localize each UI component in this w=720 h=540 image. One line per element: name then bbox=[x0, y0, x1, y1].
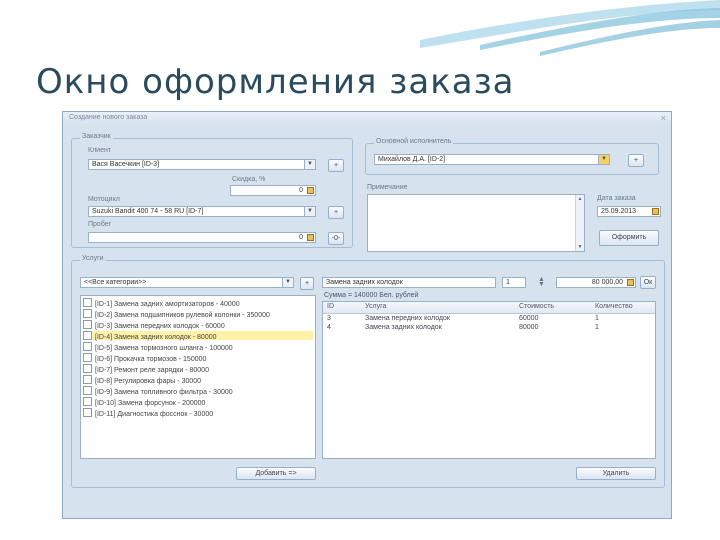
window-title: Создание нового заказа bbox=[69, 114, 148, 121]
list-item[interactable]: [ID-10] Замена форсунок - 200000 bbox=[83, 397, 205, 407]
order-date-value: 25.09.2013 bbox=[601, 208, 637, 215]
checkbox[interactable] bbox=[83, 331, 92, 340]
chevron-down-icon[interactable]: ▼ bbox=[304, 160, 315, 169]
checkbox[interactable] bbox=[83, 342, 92, 351]
moto-select[interactable]: Suzuki Bandit 400 74 - 58 RU [ID-7] ▼ bbox=[88, 206, 316, 217]
scroll-up-icon[interactable]: ▲ bbox=[576, 195, 584, 203]
discount-value: 0 bbox=[299, 187, 303, 194]
scroll-down-icon[interactable]: ▼ bbox=[576, 243, 584, 251]
selected-service-field[interactable]: Замена задних колодок bbox=[322, 277, 496, 288]
category-select[interactable]: <<Все категории>> ▼ bbox=[80, 277, 294, 288]
moto-select-value: Suzuki Bandit 400 74 - 58 RU [ID-7] bbox=[92, 208, 204, 215]
checkbox[interactable] bbox=[83, 364, 92, 373]
discount-label: Скидка, % bbox=[232, 176, 266, 183]
services-group-legend: Услуги bbox=[80, 255, 106, 262]
client-select-value: Вася Васечкин [ID-3] bbox=[92, 161, 160, 168]
discount-field[interactable]: 0 bbox=[230, 185, 316, 196]
sum-text: Сумма = 140000 Бел. рублей bbox=[324, 292, 419, 299]
notes-label: Примечание bbox=[367, 184, 408, 191]
checkbox[interactable] bbox=[83, 408, 92, 417]
list-item[interactable]: [ID-11] Диагностика фосснок - 30000 bbox=[83, 408, 213, 418]
close-icon[interactable]: × bbox=[661, 113, 666, 123]
order-date-label: Дата заказа bbox=[597, 195, 636, 202]
column-header[interactable]: Услуга bbox=[365, 303, 386, 310]
checkbox[interactable] bbox=[83, 375, 92, 384]
moto-label: Мотоцикл bbox=[88, 196, 120, 203]
submit-order-button[interactable]: Оформить bbox=[599, 230, 659, 246]
checkbox[interactable] bbox=[83, 298, 92, 307]
quantity-field[interactable]: 1 bbox=[502, 277, 526, 288]
list-item[interactable]: [ID-1] Замена задних амортизаторов - 400… bbox=[83, 298, 240, 308]
order-window: Создание нового заказа × Заказчик Клиент… bbox=[62, 111, 672, 519]
cell-price: 60000 bbox=[519, 315, 539, 322]
calculator-icon[interactable] bbox=[307, 187, 314, 194]
calendar-icon[interactable] bbox=[652, 208, 659, 215]
mileage-reset-button[interactable]: -0- bbox=[328, 232, 344, 245]
notes-scrollbar[interactable]: ▲ ▼ bbox=[575, 195, 584, 251]
list-item[interactable]: [ID-8] Регулировка фары - 30000 bbox=[83, 375, 201, 385]
list-item[interactable]: [ID-2] Замена подшипников рулевой колонк… bbox=[83, 309, 270, 319]
list-item[interactable]: [ID-9] Замена топливного фильтра - 30000 bbox=[83, 386, 233, 396]
executor-select[interactable]: Михайлов Д.А. [ID-2] ▼ bbox=[374, 154, 610, 165]
add-service-button[interactable]: Добавить => bbox=[236, 467, 316, 480]
services-group: Услуги <<Все категории>> ▼ + [ID-1] Заме… bbox=[71, 255, 665, 488]
checkbox[interactable] bbox=[83, 386, 92, 395]
checkbox[interactable] bbox=[83, 320, 92, 329]
list-item[interactable]: [ID-5] Замена тормозного шланга - 100000 bbox=[83, 342, 233, 352]
ok-button[interactable]: Ок bbox=[640, 276, 656, 289]
chevron-down-icon[interactable]: ▼ bbox=[304, 207, 315, 216]
order-date-field[interactable]: 25.09.2013 bbox=[597, 206, 661, 217]
quantity-value: 1 bbox=[506, 279, 510, 286]
chevron-down-icon[interactable]: ▼ bbox=[282, 278, 293, 287]
price-field[interactable]: 80 000,00 bbox=[556, 277, 636, 288]
category-select-value: <<Все категории>> bbox=[84, 279, 147, 286]
list-item[interactable]: [ID-7] Ремонт реле зарядки - 80000 bbox=[83, 364, 209, 374]
price-value: 80 000,00 bbox=[591, 279, 623, 286]
executor-select-value: Михайлов Д.А. [ID-2] bbox=[378, 156, 446, 163]
checkbox[interactable] bbox=[83, 397, 92, 406]
cell-id: 3 bbox=[327, 315, 331, 322]
list-item[interactable]: [ID-6] Прокачка тормозов - 150000 bbox=[83, 353, 206, 363]
cell-price: 80000 bbox=[519, 324, 539, 331]
mileage-field[interactable]: 0 bbox=[88, 232, 316, 243]
checkbox[interactable] bbox=[83, 353, 92, 362]
column-header[interactable]: Стоимость bbox=[519, 303, 554, 310]
list-item[interactable]: [ID-3] Замена передних колодок - 60000 bbox=[83, 320, 225, 330]
checkbox[interactable] bbox=[83, 309, 92, 318]
chevron-down-icon[interactable]: ▼ bbox=[598, 155, 609, 164]
quantity-stepper-icon[interactable]: ▲ ▼ bbox=[538, 276, 545, 288]
cell-qty: 1 bbox=[595, 324, 599, 331]
client-select[interactable]: Вася Васечкин [ID-3] ▼ bbox=[88, 159, 316, 170]
mileage-value: 0 bbox=[299, 234, 303, 241]
column-header[interactable]: Количество bbox=[595, 303, 633, 310]
customer-group-legend: Заказчик bbox=[80, 133, 113, 140]
selected-services-grid: ID Услуга Стоимость Количество 3 Замена … bbox=[322, 301, 656, 459]
executor-group: Основной исполнитель Михайлов Д.А. [ID-2… bbox=[365, 138, 659, 175]
grid-header: ID Услуга Стоимость Количество bbox=[323, 302, 655, 314]
list-item-selected[interactable]: [ID-4] Замена задних колодок - 80000 bbox=[83, 331, 313, 341]
slide-title: Окно оформления заказа bbox=[36, 62, 515, 102]
column-header[interactable]: ID bbox=[327, 303, 334, 310]
client-label: Клиент bbox=[88, 147, 112, 154]
cell-service: Замена задних колодок bbox=[365, 324, 442, 331]
calculator-icon[interactable] bbox=[307, 234, 314, 241]
add-executor-button[interactable]: + bbox=[628, 154, 644, 167]
selected-service-value: Замена задних колодок bbox=[326, 279, 403, 286]
notes-textarea[interactable]: ▲ ▼ bbox=[367, 194, 585, 252]
customer-group: Заказчик Клиент Вася Васечкин [ID-3] ▼ +… bbox=[71, 133, 353, 248]
window-titlebar: Создание нового заказа × bbox=[63, 112, 671, 126]
add-moto-button[interactable]: + bbox=[328, 206, 344, 219]
mileage-label: Пробег bbox=[88, 221, 112, 228]
cell-service: Замена передних колодок bbox=[365, 315, 450, 322]
services-list: [ID-1] Замена задних амортизаторов - 400… bbox=[80, 295, 316, 459]
executor-group-legend: Основной исполнитель bbox=[374, 138, 454, 145]
calculator-icon[interactable] bbox=[627, 279, 634, 286]
add-client-button[interactable]: + bbox=[328, 159, 344, 172]
add-category-button[interactable]: + bbox=[300, 277, 314, 290]
delete-service-button[interactable]: Удалить bbox=[576, 467, 656, 480]
cell-qty: 1 bbox=[595, 315, 599, 322]
decorative-swoosh bbox=[420, 0, 720, 56]
cell-id: 4 bbox=[327, 324, 331, 331]
